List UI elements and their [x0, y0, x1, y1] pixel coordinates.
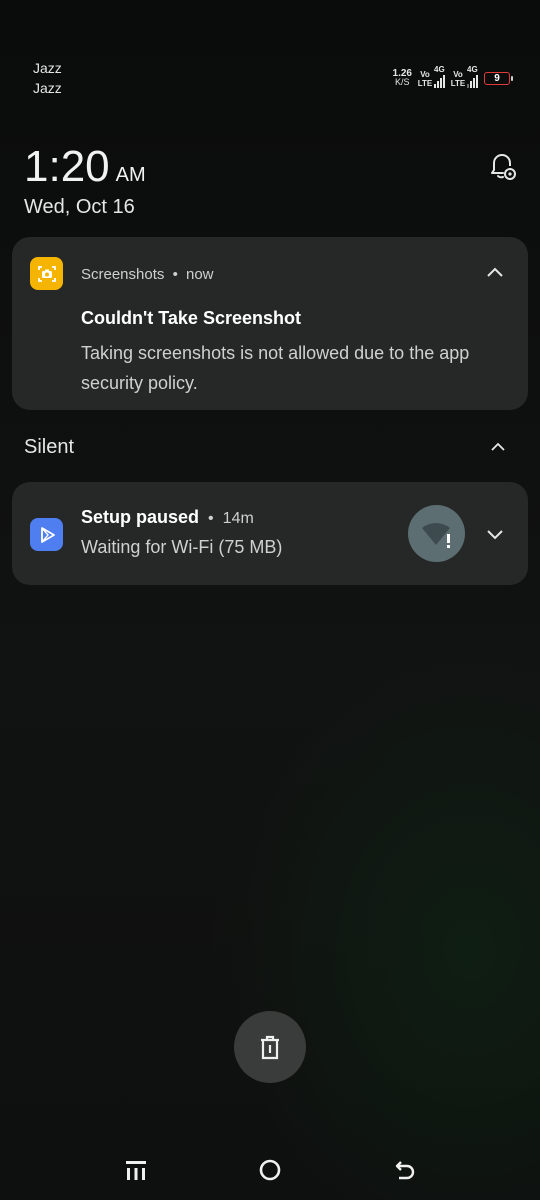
silent-collapse-chevron-up-icon[interactable]	[487, 435, 509, 457]
clock: 1:20 AM	[24, 142, 146, 192]
sim1-gen-label: 4G	[434, 65, 445, 74]
bell-settings-icon[interactable]	[486, 150, 520, 184]
expand-chevron-down-icon[interactable]	[484, 523, 506, 545]
setup-notification-header: Setup paused • 14m	[81, 507, 254, 528]
trash-icon	[257, 1033, 283, 1061]
collapse-chevron-up-icon[interactable]	[484, 261, 506, 283]
carrier-1-label: Jazz	[33, 60, 62, 76]
battery-level: 9	[494, 72, 500, 84]
sim2-gen-label: 4G	[467, 65, 478, 74]
notification-app-name: Screenshots	[81, 266, 165, 283]
camera-icon	[30, 257, 63, 290]
back-icon[interactable]	[392, 1157, 418, 1183]
carrier-2-label: Jazz	[33, 80, 62, 96]
sim1-signal: Vo LTE 4G	[417, 65, 445, 88]
clock-time: 1:20	[24, 142, 110, 191]
notification-body: Taking screenshots is not allowed due to…	[81, 343, 470, 393]
clear-all-button[interactable]	[234, 1011, 306, 1083]
sim2-signal: Vo LTE 4G	[450, 65, 478, 88]
battery-icon: 9	[484, 71, 513, 85]
home-circle-icon[interactable]	[257, 1157, 283, 1183]
setup-notification-title: Setup paused	[81, 507, 200, 527]
clock-ampm: AM	[115, 164, 146, 186]
setup-notification-time: 14m	[222, 510, 254, 527]
sim2-signal-bars-icon	[467, 74, 478, 88]
sim1-volte-label: Vo LTE	[417, 70, 433, 88]
date-label: Wed, Oct 16	[24, 196, 135, 218]
sim2-volte-label: Vo LTE	[450, 70, 466, 88]
network-speed-unit: K/S	[395, 77, 410, 87]
play-store-icon	[30, 518, 63, 551]
notification-app-header: Screenshots • now	[81, 266, 214, 283]
network-speed: 1.26 K/S	[393, 69, 412, 87]
notification-time: now	[186, 266, 214, 283]
setup-notification-body: Waiting for Wi-Fi (75 MB)	[81, 537, 283, 557]
status-icons: 1.26 K/S Vo LTE 4G Vo LTE 4G 9	[393, 65, 513, 89]
menu-icon[interactable]	[124, 1157, 148, 1183]
notification-separator: •	[172, 266, 178, 283]
notification-title: Couldn't Take Screenshot	[81, 308, 301, 328]
sim1-signal-bars-icon	[434, 74, 445, 88]
wifi-alert-icon	[408, 505, 465, 562]
silent-section-label: Silent	[24, 436, 75, 458]
setup-notification-separator: •	[208, 510, 214, 527]
